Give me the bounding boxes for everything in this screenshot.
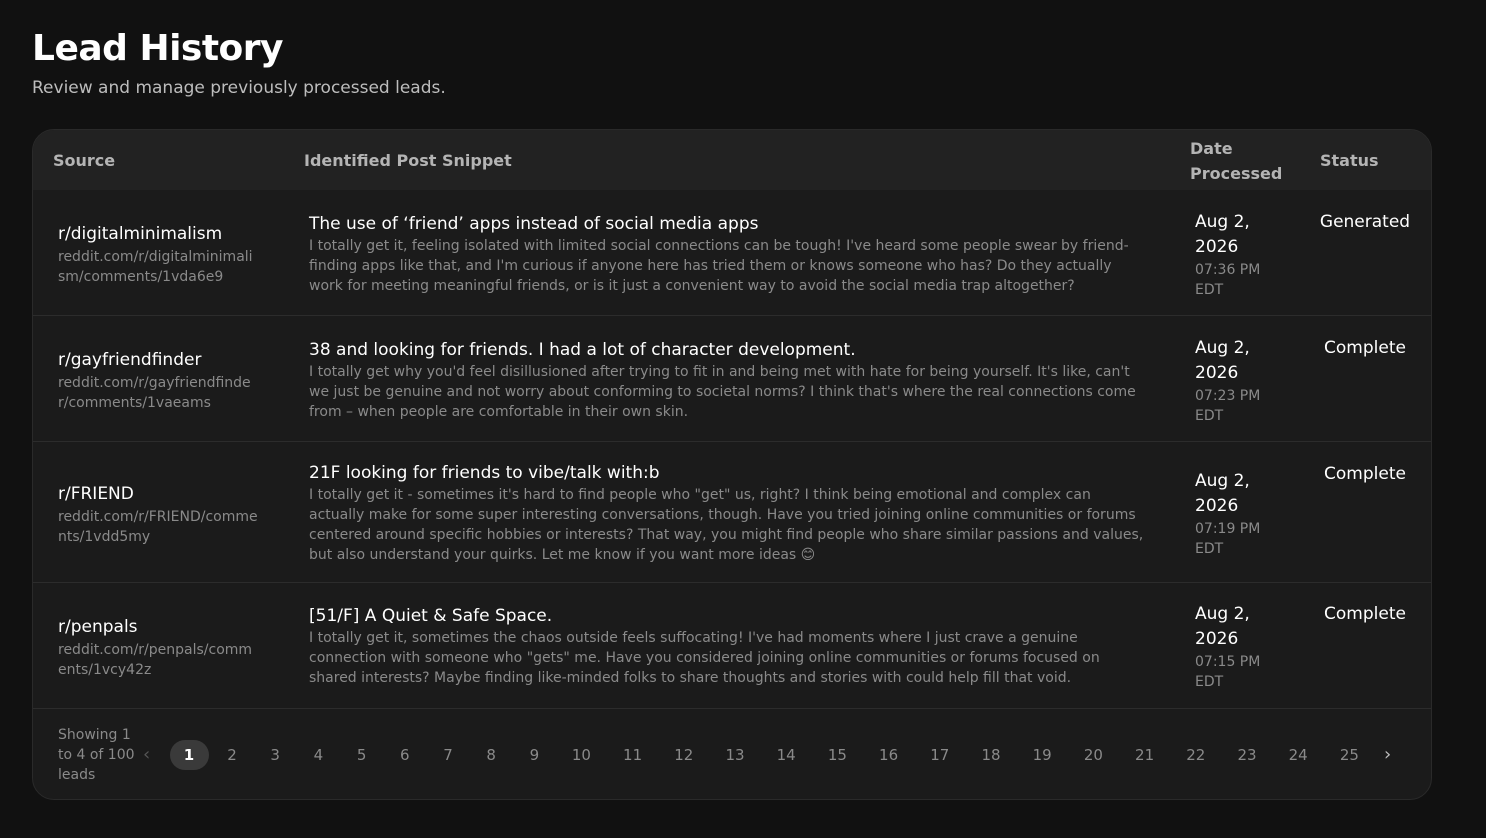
source-cell: r/gayfriendfinder reddit.com/r/gayfriend… (58, 348, 263, 413)
snippet-body: I totally get why you'd feel disillusion… (309, 364, 1136, 420)
chevron-left-icon[interactable]: ‹ (143, 744, 150, 766)
table-header: Source Identified Post Snippet Date Proc… (33, 130, 1431, 190)
page-subtitle: Review and manage previously processed l… (32, 78, 446, 98)
source-name[interactable]: r/penpals (58, 615, 263, 640)
date-time: 07:23 PM EDT (1195, 388, 1261, 424)
lead-history-page: Lead History Review and manage previousl… (0, 0, 1486, 838)
date-day: Aug 2, 2026 (1195, 471, 1250, 516)
page-21-button[interactable]: 21 (1130, 740, 1160, 770)
lead-table-card: Source Identified Post Snippet Date Proc… (32, 129, 1432, 800)
chevron-right-icon[interactable]: › (1384, 744, 1391, 766)
snippet-title: 21F looking for friends to vibe/talk wit… (309, 463, 660, 483)
source-cell: r/FRIEND reddit.com/r/FRIEND/comments/1v… (58, 482, 263, 547)
page-2-button[interactable]: 2 (217, 740, 247, 770)
date-cell: Aug 2, 2026 07:15 PM EDT (1195, 602, 1295, 692)
date-day: Aug 2, 2026 (1195, 212, 1250, 257)
page-11-button[interactable]: 11 (618, 740, 648, 770)
source-name[interactable]: r/digitalminimalism (58, 222, 263, 247)
page-6-button[interactable]: 6 (390, 740, 420, 770)
source-cell: r/digitalminimalism reddit.com/r/digital… (58, 222, 263, 287)
page-title: Lead History (32, 28, 284, 69)
status-badge: Complete (1324, 604, 1406, 624)
page-22-button[interactable]: 22 (1181, 740, 1211, 770)
page-1-button[interactable]: 1 (169, 740, 209, 770)
source-cell: r/penpals reddit.com/r/penpals/comments/… (58, 615, 263, 680)
snippet-cell: 38 and looking for friends. I had a lot … (309, 339, 1149, 422)
page-23-button[interactable]: 23 (1232, 740, 1262, 770)
page-12-button[interactable]: 12 (669, 740, 699, 770)
date-day: Aug 2, 2026 (1195, 604, 1250, 649)
page-16-button[interactable]: 16 (874, 740, 904, 770)
source-name[interactable]: r/gayfriendfinder (58, 348, 263, 373)
column-header-status: Status (1320, 151, 1379, 170)
page-13-button[interactable]: 13 (720, 740, 750, 770)
date-time: 07:36 PM EDT (1195, 262, 1261, 298)
source-url[interactable]: reddit.com/r/penpals/comments/1vcy42z (58, 640, 258, 680)
snippet-cell: The use of ‘friend’ apps instead of soci… (309, 213, 1149, 296)
date-time: 07:15 PM EDT (1195, 654, 1261, 690)
snippet-title: 38 and looking for friends. I had a lot … (309, 340, 856, 360)
date-day: Aug 2, 2026 (1195, 338, 1250, 383)
date-time: 07:19 PM EDT (1195, 521, 1261, 557)
source-name[interactable]: r/FRIEND (58, 482, 263, 507)
page-4-button[interactable]: 4 (303, 740, 333, 770)
status-badge: Generated (1319, 212, 1411, 232)
snippet-body: I totally get it - sometimes it's hard t… (309, 487, 1144, 563)
page-3-button[interactable]: 3 (260, 740, 290, 770)
page-15-button[interactable]: 15 (822, 740, 852, 770)
table-row[interactable]: r/gayfriendfinder reddit.com/r/gayfriend… (33, 316, 1431, 442)
date-cell: Aug 2, 2026 07:19 PM EDT (1195, 469, 1295, 559)
snippet-body: I totally get it, feeling isolated with … (309, 238, 1129, 294)
table-row[interactable]: r/penpals reddit.com/r/penpals/comments/… (33, 583, 1431, 709)
snippet-cell: [51/F] A Quiet & Safe Space. I totally g… (309, 605, 1149, 688)
column-header-date: Date Processed (1190, 139, 1283, 183)
page-17-button[interactable]: 17 (925, 740, 955, 770)
showing-count: Showing 1 to 4 of 100 leads (58, 727, 135, 783)
table-row[interactable]: r/digitalminimalism reddit.com/r/digital… (33, 190, 1431, 316)
pagination-footer: Showing 1 to 4 of 100 leads ‹ 1234567891… (33, 710, 1431, 799)
column-header-snippet: Identified Post Snippet (304, 151, 512, 170)
page-10-button[interactable]: 10 (566, 740, 596, 770)
snippet-title: [51/F] A Quiet & Safe Space. (309, 606, 553, 626)
column-header-source: Source (53, 151, 116, 170)
page-19-button[interactable]: 19 (1027, 740, 1057, 770)
page-5-button[interactable]: 5 (347, 740, 377, 770)
page-20-button[interactable]: 20 (1078, 740, 1108, 770)
source-url[interactable]: reddit.com/r/FRIEND/comments/1vdd5my (58, 507, 258, 547)
source-url[interactable]: reddit.com/r/gayfriendfinder/comments/1v… (58, 373, 258, 413)
page-7-button[interactable]: 7 (433, 740, 463, 770)
date-cell: Aug 2, 2026 07:36 PM EDT (1195, 210, 1295, 300)
status-badge: Complete (1324, 464, 1406, 484)
source-url[interactable]: reddit.com/r/digitalminimalism/comments/… (58, 247, 258, 287)
table-row[interactable]: r/FRIEND reddit.com/r/FRIEND/comments/1v… (33, 442, 1431, 583)
snippet-title: The use of ‘friend’ apps instead of soci… (309, 214, 759, 234)
snippet-cell: 21F looking for friends to vibe/talk wit… (309, 462, 1149, 565)
status-badge: Complete (1324, 338, 1406, 358)
page-9-button[interactable]: 9 (519, 740, 549, 770)
date-cell: Aug 2, 2026 07:23 PM EDT (1195, 336, 1295, 426)
page-18-button[interactable]: 18 (976, 740, 1006, 770)
page-8-button[interactable]: 8 (476, 740, 506, 770)
page-14-button[interactable]: 14 (771, 740, 801, 770)
snippet-body: I totally get it, sometimes the chaos ou… (309, 630, 1100, 686)
page-24-button[interactable]: 24 (1283, 740, 1313, 770)
page-25-button[interactable]: 25 (1334, 740, 1364, 770)
